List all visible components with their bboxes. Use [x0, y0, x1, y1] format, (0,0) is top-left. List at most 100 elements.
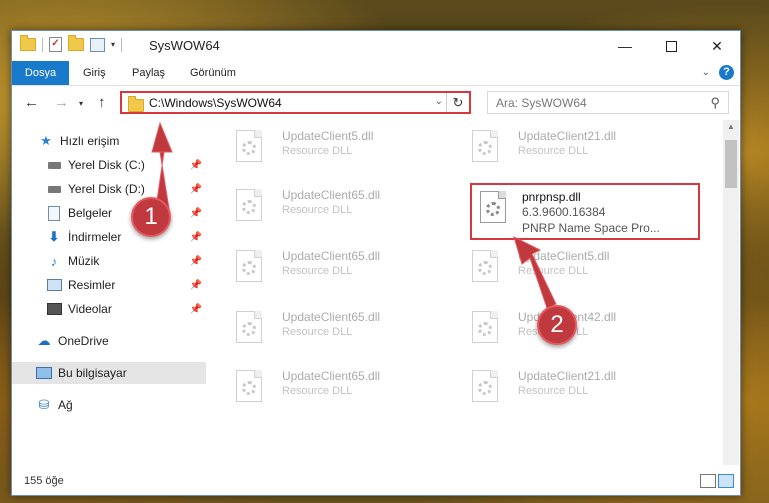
drive-icon [46, 157, 62, 173]
refresh-button[interactable]: ↻ [446, 93, 469, 112]
file-description: Resource DLL [282, 265, 353, 277]
search-input[interactable]: Ara: SysWOW64 [496, 96, 587, 110]
close-button[interactable]: ✕ [694, 31, 740, 61]
address-path[interactable]: C:\Windows\SysWOW64 [149, 96, 282, 110]
tiles-view-icon[interactable] [718, 474, 734, 488]
pin-icon: 📌 [189, 207, 202, 219]
pin-icon: 📌 [189, 279, 202, 291]
file-description: Resource DLL [518, 265, 589, 277]
file-name: UpdateClient65.dll [282, 188, 381, 202]
item-count: 155 öğe [24, 475, 64, 487]
sidebar-item-documents[interactable]: Belgeler 📌 [12, 202, 206, 224]
tab-share[interactable]: Paylaş [132, 61, 165, 85]
file-version: 6.3.9600.16384 [522, 205, 606, 219]
file-name: UpdateClient65.dll [282, 310, 381, 324]
minimize-button[interactable]: — [602, 31, 648, 61]
search-box[interactable]: Ara: SysWOW64 ⚲ [487, 91, 729, 114]
search-icon: ⚲ [710, 95, 720, 110]
address-bar[interactable]: C:\Windows\SysWOW64 ⌄ ↻ [120, 91, 471, 114]
file-name: pnrpnsp.dll [522, 190, 581, 204]
file-tile[interactable]: UpdateClient65.dll Resource DLL [208, 305, 426, 353]
sidebar-item-music[interactable]: ♪ Müzik 📌 [12, 250, 206, 272]
new-folder-icon[interactable] [68, 35, 84, 51]
file-description: Resource DLL [518, 385, 589, 397]
file-tile[interactable]: UpdateClient21.dll Resource DLL [444, 124, 662, 172]
file-name: UpdateClient21.dll [518, 369, 617, 383]
recent-locations-icon[interactable]: ▾ [79, 99, 83, 108]
tab-home[interactable]: Giriş [83, 61, 106, 85]
sidebar-item-local-disk-c[interactable]: Yerel Disk (C:) 📌 [12, 154, 206, 176]
sidebar-item-network[interactable]: ⛁ Ağ [12, 394, 206, 416]
file-name: UpdateClient65.dll [282, 369, 381, 383]
vertical-scrollbar[interactable]: ▲ [723, 120, 739, 465]
sidebar-item-local-disk-d[interactable]: Yerel Disk (D:) 📌 [12, 178, 206, 200]
callout-badge-1: 1 [131, 197, 171, 237]
explorer-window: ✓ ▾ SysWOW64 — ✕ Dosya Giriş Paylaş Görü… [11, 30, 741, 496]
file-description: PNRP Name Space Pro... [522, 221, 660, 235]
callout-badge-2: 2 [537, 305, 577, 345]
sidebar-item-label: Yerel Disk (C:) [68, 158, 145, 172]
file-tile[interactable]: UpdateClient21.dll Resource DLL [444, 364, 662, 412]
sidebar-item-quick-access[interactable]: ★ Hızlı erişim [12, 130, 206, 152]
dll-file-icon [236, 189, 266, 227]
file-name: UpdateClient21.dll [518, 129, 617, 143]
file-tile[interactable]: UpdateClient65.dll Resource DLL [208, 183, 426, 231]
chevron-down-icon[interactable]: ▾ [111, 40, 115, 49]
window-title: SysWOW64 [149, 38, 220, 53]
sidebar-item-this-pc[interactable]: Bu bilgisayar [12, 362, 206, 384]
sidebar-item-onedrive[interactable]: ☁ OneDrive [12, 330, 206, 352]
tab-file[interactable]: Dosya [12, 61, 69, 85]
divider [121, 37, 123, 52]
scrollbar-thumb[interactable] [725, 140, 737, 188]
file-description: Resource DLL [282, 204, 353, 216]
properties-check-icon[interactable]: ✓ [49, 37, 62, 52]
back-arrow-icon[interactable]: ← [24, 94, 39, 111]
file-name: UpdateClient5.dll [518, 249, 610, 263]
star-icon: ★ [40, 133, 52, 148]
customize-icon[interactable] [90, 37, 105, 52]
file-tile-highlighted[interactable]: pnrpnsp.dll 6.3.9600.16384 PNRP Name Spa… [470, 183, 700, 240]
dll-file-icon [480, 191, 510, 229]
status-bar: 155 öğe [12, 467, 740, 495]
address-dropdown-icon[interactable]: ⌄ [435, 96, 443, 107]
pictures-icon [46, 277, 62, 293]
file-description: Resource DLL [282, 145, 353, 157]
help-icon[interactable]: ? [719, 65, 734, 80]
file-tile[interactable]: UpdateClient5.dll Resource DLL [444, 244, 662, 292]
videos-icon [46, 301, 62, 317]
network-icon: ⛁ [38, 397, 50, 412]
maximize-button[interactable] [648, 31, 694, 61]
title-bar: ✓ ▾ SysWOW64 — ✕ [12, 31, 740, 61]
dll-file-icon [472, 130, 502, 168]
documents-icon [46, 205, 62, 221]
dll-file-icon [472, 250, 502, 288]
downloads-icon: ⬇ [48, 229, 60, 244]
file-description: Resource DLL [282, 326, 353, 338]
file-tile[interactable]: UpdateClient65.dll Resource DLL [208, 244, 426, 292]
dll-file-icon [472, 311, 502, 349]
forward-arrow-icon[interactable]: → [54, 94, 69, 111]
quick-access-toolbar: ✓ ▾ [20, 35, 123, 52]
expand-ribbon-icon[interactable]: ⌄ [702, 67, 710, 78]
tab-view[interactable]: Görünüm [190, 61, 236, 85]
dll-file-icon [236, 250, 266, 288]
sidebar-item-pictures[interactable]: Resimler 📌 [12, 274, 206, 296]
onedrive-icon: ☁ [37, 333, 51, 348]
file-tile[interactable]: UpdateClient5.dll Resource DLL [208, 124, 426, 172]
details-view-icon[interactable] [700, 474, 716, 488]
sidebar-item-label: Ağ [58, 398, 73, 412]
sidebar-item-label: Belgeler [68, 206, 113, 220]
sidebar-item-label: İndirmeler [68, 230, 122, 244]
music-icon: ♪ [50, 253, 58, 269]
up-arrow-icon[interactable]: ↑ [98, 94, 106, 111]
file-tile[interactable]: UpdateClient65.dll Resource DLL [208, 364, 426, 412]
pin-icon: 📌 [189, 231, 202, 243]
sidebar-item-videos[interactable]: Videolar 📌 [12, 298, 206, 320]
sidebar-item-downloads[interactable]: ⬇ İndirmeler 📌 [12, 226, 206, 248]
scroll-up-icon[interactable]: ▲ [727, 122, 735, 131]
folder-icon [128, 96, 144, 112]
folder-icon [20, 35, 36, 51]
file-description: Resource DLL [518, 145, 589, 157]
sidebar-item-label: Yerel Disk (D:) [68, 182, 145, 196]
sidebar-item-label: Bu bilgisayar [58, 366, 127, 380]
